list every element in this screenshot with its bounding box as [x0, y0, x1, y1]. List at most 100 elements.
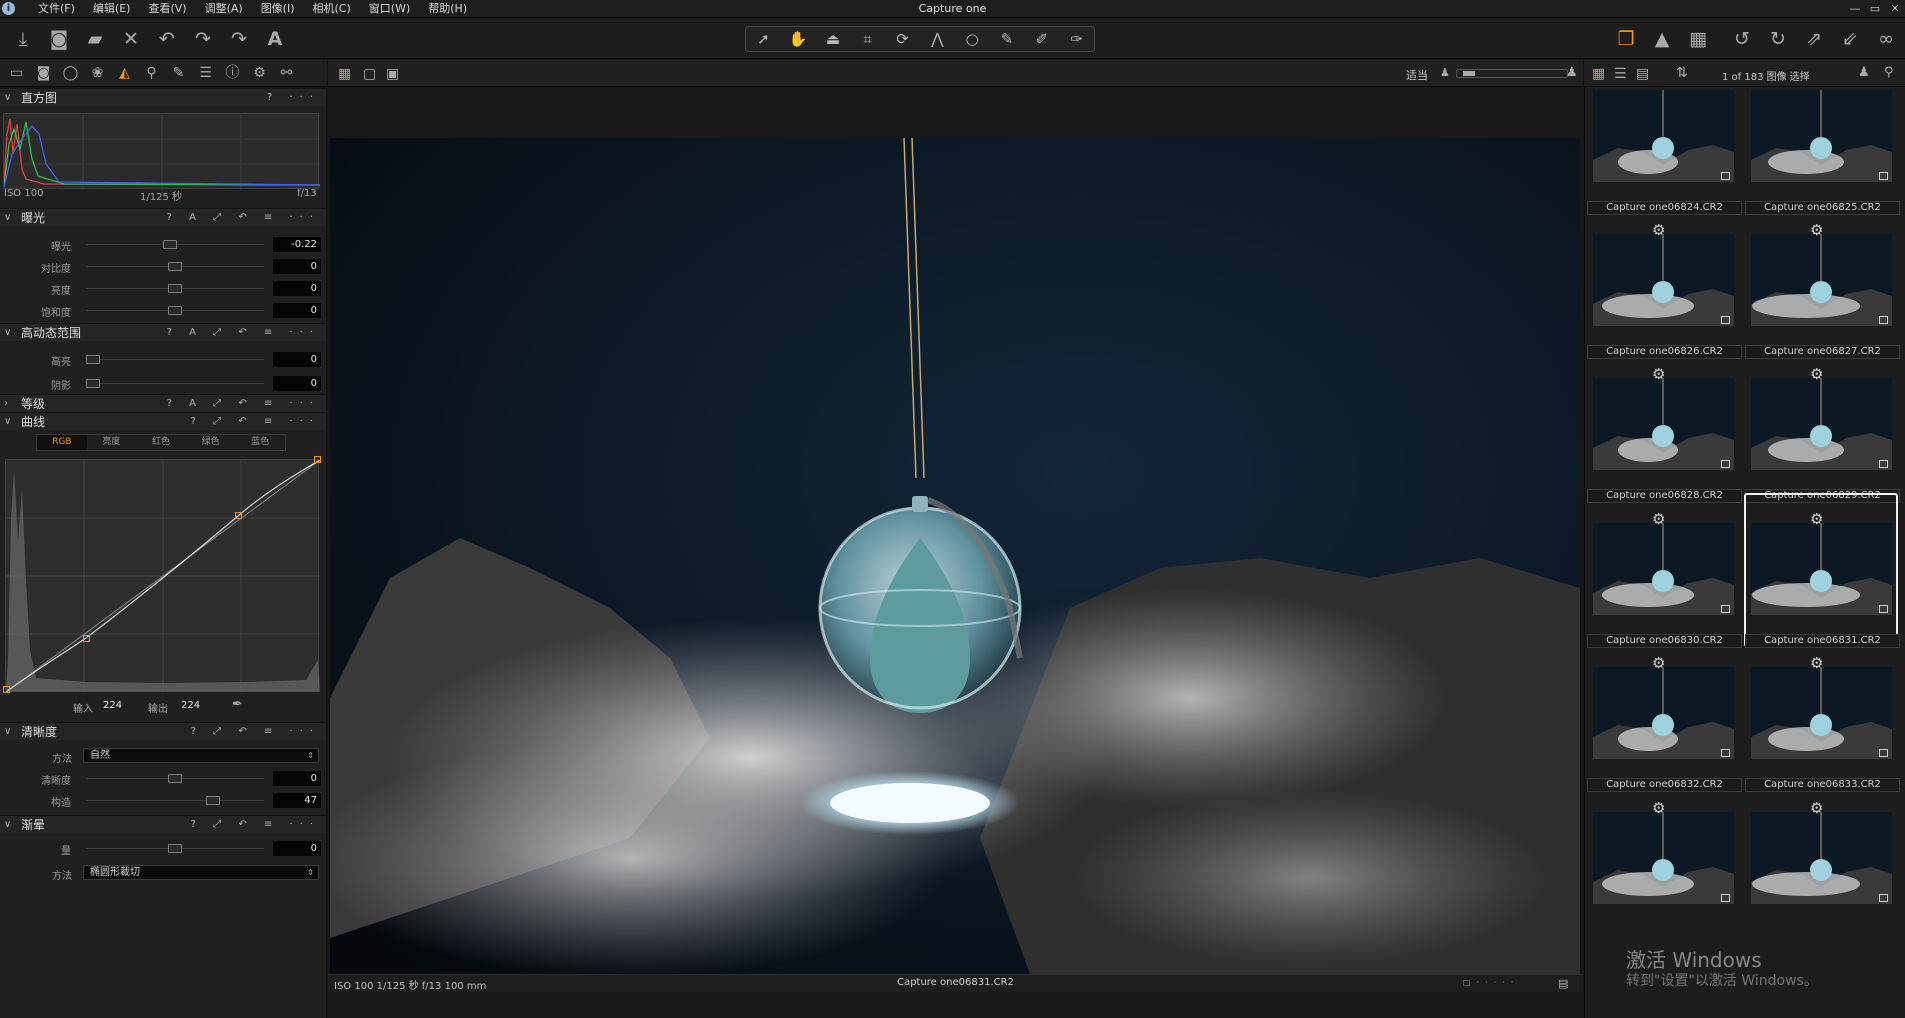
- exposure-slider-value[interactable]: 0: [273, 259, 321, 274]
- thumbnail-image[interactable]: [1593, 812, 1734, 904]
- collapse-icon[interactable]: ∨: [4, 89, 11, 107]
- exposure-slider-knob[interactable]: [168, 284, 182, 293]
- keystone-icon[interactable]: ⏏: [818, 30, 848, 48]
- close-button[interactable]: ✕: [1885, 0, 1905, 18]
- redo-icon[interactable]: ↷: [190, 27, 216, 51]
- vignetting-slider-knob[interactable]: [168, 844, 182, 853]
- thumbnail-image[interactable]: [1593, 523, 1734, 615]
- exposure-slider-value[interactable]: -0.22: [273, 237, 321, 252]
- menu-item-4[interactable]: 图像(I): [252, 0, 304, 18]
- curve-tab-blue[interactable]: 蓝色: [235, 435, 285, 450]
- browser-list-icon[interactable]: ☰: [1614, 66, 1627, 82]
- redo-alt-icon[interactable]: ↷: [226, 27, 252, 51]
- brush-icon[interactable]: ✎: [992, 30, 1022, 48]
- exposure-icon[interactable]: ◭: [111, 60, 138, 87]
- clarity-slider-value[interactable]: 0: [273, 771, 321, 786]
- hdr-slider-knob[interactable]: [86, 379, 100, 388]
- curve-point[interactable]: [3, 686, 10, 693]
- clarity-slider-track[interactable]: [86, 796, 264, 805]
- menu-item-1[interactable]: 编辑(E): [84, 0, 140, 18]
- histogram-header[interactable]: ∨ 直方图 ? ···: [0, 88, 326, 106]
- hdr-slider-track[interactable]: [86, 379, 264, 388]
- hdr-header[interactable]: ∨ 高动态范围 ? A ⤢ ↶ ≡ ···: [0, 323, 326, 341]
- user-icon[interactable]: ♟: [1858, 65, 1870, 80]
- thumbnail-image[interactable]: [1751, 234, 1892, 326]
- thumbnail[interactable]: ⚙: [1745, 799, 1897, 980]
- workspace-icon[interactable]: ❐: [1611, 27, 1641, 51]
- vignetting-slider-value[interactable]: 0: [273, 841, 321, 856]
- curve-tab-red[interactable]: 红色: [136, 435, 186, 450]
- exposure-slider-knob[interactable]: [168, 306, 182, 315]
- menu-item-7[interactable]: 帮助(H): [419, 0, 476, 18]
- circle-mask-icon[interactable]: ○: [957, 30, 987, 48]
- thumbnail-image[interactable]: [1751, 667, 1892, 759]
- thumbnail-image[interactable]: [1593, 667, 1734, 759]
- clarity-slider-value[interactable]: 47: [273, 793, 321, 808]
- color-icon[interactable]: ❀: [84, 60, 111, 87]
- zoom-slider[interactable]: [1456, 69, 1568, 78]
- curve-tab-luma[interactable]: 亮度: [87, 435, 137, 450]
- details-icon[interactable]: ⚲: [138, 60, 165, 87]
- clarity-slider-knob[interactable]: [168, 774, 182, 783]
- zoom-slider-knob[interactable]: [1463, 71, 1475, 76]
- thumbnail-image[interactable]: [1593, 234, 1734, 326]
- curve-tab-green[interactable]: 绿色: [186, 435, 236, 450]
- thumbnail-image[interactable]: [1751, 90, 1892, 182]
- vignetting-method-select[interactable]: 椭圆形裁切 ⇕: [83, 865, 319, 880]
- collapse-icon[interactable]: ∨: [4, 413, 11, 431]
- person-large-icon[interactable]: ♟: [1566, 65, 1578, 80]
- collapse-icon[interactable]: ∨: [4, 723, 11, 741]
- select-cursor-icon[interactable]: ➚: [748, 30, 778, 48]
- expand-icon[interactable]: ›: [4, 395, 8, 413]
- vignetting-tool-icons[interactable]: ? ⤢ ↶ ≡ ···: [191, 816, 320, 834]
- compare-icon[interactable]: ⇙: [1835, 27, 1865, 51]
- exposure-slider-track[interactable]: [86, 262, 264, 271]
- thumbnail-image[interactable]: [1593, 90, 1734, 182]
- folder-icon[interactable]: ▰: [82, 27, 108, 51]
- hand-pan-icon[interactable]: ✋: [783, 30, 813, 48]
- exposure-slider-track[interactable]: [86, 306, 264, 315]
- thumbnail-image[interactable]: [1751, 812, 1892, 904]
- grid-icon[interactable]: ▦: [1683, 27, 1713, 51]
- hdr-slider-value[interactable]: 0: [273, 376, 321, 391]
- batch-icon[interactable]: ⚯: [273, 60, 300, 87]
- exposure-slider-knob[interactable]: [163, 240, 178, 249]
- menu-item-6[interactable]: 窗口(W): [360, 0, 419, 18]
- curve-point[interactable]: [83, 635, 90, 642]
- minimize-button[interactable]: —: [1845, 0, 1865, 18]
- clarity-tool-icons[interactable]: ? ⤢ ↶ ≡ ···: [191, 723, 320, 741]
- annotation-icon[interactable]: ▤: [1558, 977, 1568, 990]
- curve-point[interactable]: [314, 456, 321, 463]
- hdr-slider-value[interactable]: 0: [273, 352, 321, 367]
- info-icon[interactable]: ⓘ: [219, 60, 246, 87]
- capture-icon[interactable]: ◙: [30, 60, 57, 87]
- histogram-tool-icons[interactable]: ? ···: [267, 89, 320, 107]
- expand-icon[interactable]: ⇗: [1799, 27, 1829, 51]
- vignetting-header[interactable]: ∨ 渐晕 ? ⤢ ↶ ≡ ···: [0, 815, 326, 833]
- collapse-icon[interactable]: ∨: [4, 209, 11, 227]
- library-icon[interactable]: ▭: [3, 60, 30, 87]
- warning-icon[interactable]: ▲: [1647, 27, 1677, 51]
- sort-icon[interactable]: ⇅: [1676, 65, 1688, 81]
- picker-brush-icon[interactable]: ✐: [1027, 30, 1057, 48]
- browser-grid-icon[interactable]: ▦: [1592, 66, 1605, 82]
- levels-header[interactable]: › 等级 ? A ⤢ ↶ ≡ ···: [0, 394, 326, 412]
- hdr-slider-knob[interactable]: [86, 355, 100, 364]
- eyedropper-icon[interactable]: ✒: [232, 697, 243, 712]
- zoom-fit-label[interactable]: 适当: [1406, 67, 1428, 83]
- exposure-tool-icons[interactable]: ? A ⤢ ↶ ≡ ···: [167, 209, 320, 227]
- browser-filmstrip-icon[interactable]: ▤: [1636, 66, 1649, 82]
- curve-editor[interactable]: [3, 456, 321, 693]
- menu-item-3[interactable]: 调整(A): [196, 0, 252, 18]
- local-adjust-icon[interactable]: ✎: [165, 60, 192, 87]
- filmstrip-view-icon[interactable]: ▣: [386, 66, 399, 82]
- menu-item-2[interactable]: 查看(V): [139, 0, 195, 18]
- import-icon[interactable]: ⤓: [10, 27, 36, 51]
- exposure-slider-value[interactable]: 0: [273, 281, 321, 296]
- curves-tool-icons[interactable]: ? ⤢ ↶ ≡ ···: [191, 413, 320, 431]
- thumbnail-image[interactable]: [1751, 378, 1892, 470]
- crop-icon[interactable]: ⌗: [853, 30, 883, 48]
- curves-header[interactable]: ∨ 曲线 ? ⤢ ↶ ≡ ···: [0, 412, 326, 430]
- rotate-left-icon[interactable]: ↺: [1727, 27, 1757, 51]
- menu-item-0[interactable]: 文件(F): [29, 0, 84, 18]
